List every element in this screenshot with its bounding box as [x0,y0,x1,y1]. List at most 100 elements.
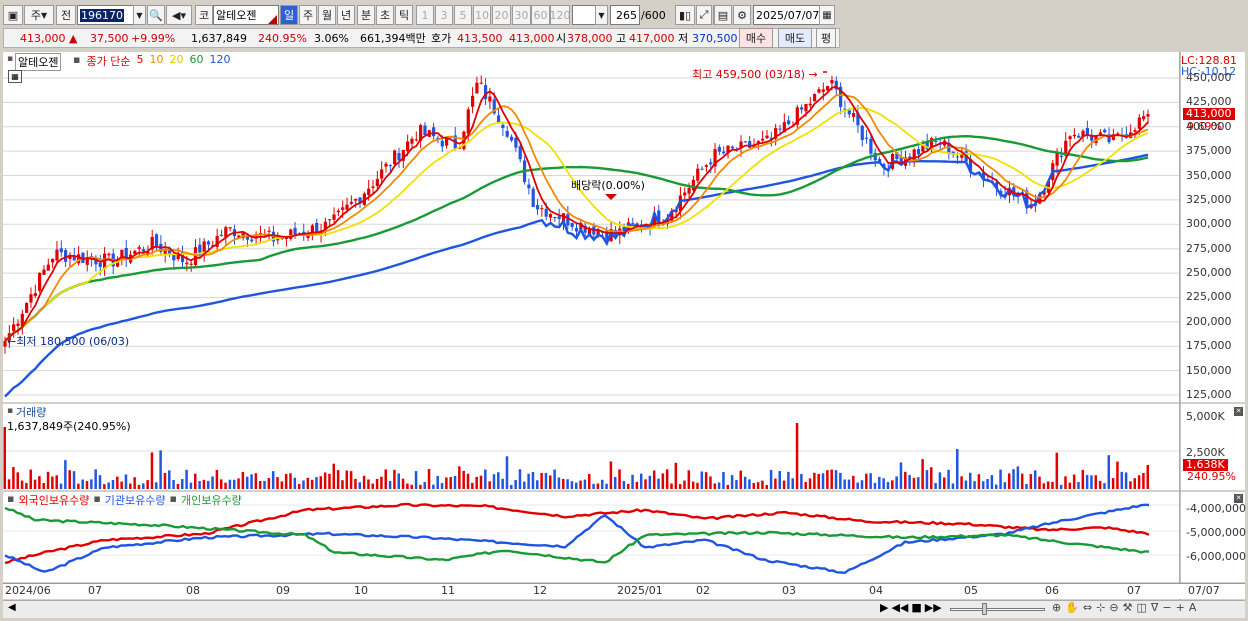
volume-bar [665,469,669,489]
zoom-out-icon[interactable]: ⊖ [1109,601,1118,614]
candle-body [557,216,561,219]
volume-bar [232,479,236,489]
candle-body [787,120,791,125]
volume-bar [891,480,894,489]
volume-bar [189,482,193,489]
volume-bar [462,470,465,489]
candle-body [687,187,691,194]
price-tick: 275,000 [1186,241,1232,255]
candle-body [1137,117,1141,129]
volume-bar [449,477,452,489]
price-chart[interactable] [0,0,1248,621]
candle-body [813,93,817,102]
volume-bar [834,470,838,489]
institution-series-label: 기관보유수량 [104,494,166,507]
volume-bar [241,471,245,489]
volume-bar [501,478,504,489]
play-icon[interactable]: ▶ [880,601,888,614]
volume-bar [1129,481,1132,489]
volume-bar [765,484,768,489]
individual-series-label: 개인보유수량 [180,494,242,507]
volume-bar [12,466,15,489]
volume-bar [414,471,418,489]
price-tick: 150,000 [1186,363,1232,377]
candle-body [250,239,254,242]
volume-bar [722,471,725,489]
tool-icon[interactable]: ⚒ [1123,601,1133,614]
volume-bar [925,470,929,489]
volume-bar [531,471,535,489]
volume-bar [163,472,167,489]
x-tick: 2025/01 [617,584,663,597]
candle-body [1142,116,1146,120]
volume-bar [1055,452,1059,489]
volume-bar [7,479,11,489]
volume-bar [739,470,743,489]
scroll-left-icon[interactable]: ◀ [8,602,16,613]
volume-bar [185,469,188,489]
minimize-icon[interactable]: ᐁ [1151,601,1159,614]
ma-10-label: 10 [149,53,164,66]
volume-bar [77,483,80,489]
volume-bar [440,483,444,489]
rewind-icon[interactable]: ◀◀ [891,601,908,614]
candle-body [466,109,470,134]
fit-icon[interactable]: ⇔ [1083,601,1092,614]
volume-bar [1090,475,1093,489]
volume-bar [843,479,846,489]
volume-bar [1007,473,1011,489]
candle-body [189,263,193,265]
x-axis-right-label: 07/07 [1188,584,1220,597]
candle-body [384,163,388,167]
volume-bar [341,480,344,489]
candle-body [1055,152,1059,166]
volume-bar [1120,471,1124,489]
candle-body [55,249,59,261]
volume-bar [51,476,54,489]
candle-body [700,168,704,170]
volume-bar [1146,465,1149,489]
plus-icon[interactable]: + [1176,601,1185,614]
volume-tick: 2,500K [1186,446,1225,459]
volume-bar [271,471,275,489]
volume-bar [198,481,201,489]
candle-body [817,89,821,93]
grid-icon[interactable]: ▦ [8,70,22,83]
volume-bar [1124,472,1128,489]
zoom-slider-thumb[interactable] [982,603,987,615]
crosshair-icon[interactable]: ⊹ [1096,601,1105,614]
volume-bar [999,469,1002,489]
forward-icon[interactable]: ▶▶ [925,601,942,614]
minus-icon[interactable]: − [1162,601,1171,614]
camera-icon[interactable]: ◫ [1136,601,1146,614]
volume-bar [596,483,600,489]
candle-body [393,150,397,165]
candle-body [51,258,55,263]
volume-bar [977,474,981,489]
candle-body [864,137,869,139]
volume-bar [116,476,119,489]
volume-bar [1038,476,1041,489]
volume-bar [990,475,994,489]
close-icon[interactable]: ✕ [1234,407,1243,416]
font-size-icon[interactable]: A [1189,601,1197,614]
stop-icon[interactable]: ■ [911,601,921,614]
zoom-slider[interactable] [950,608,1045,611]
zoom-in-icon[interactable]: ⊕ [1052,601,1061,614]
volume-bar [1098,480,1102,489]
volume-bar [129,483,132,489]
volume-bar [133,477,136,489]
volume-bar [25,482,28,489]
volume-bar [622,481,626,489]
volume-bar [1068,482,1072,489]
volume-bar [947,469,950,489]
volume-bar [752,483,756,489]
volume-bar [371,483,375,489]
volume-bar [735,480,738,489]
x-tick: 10 [354,584,368,597]
volume-bar [458,466,461,489]
volume-bar [670,483,673,489]
candle-body [341,207,345,210]
hand-icon[interactable]: ✋ [1065,601,1079,614]
volume-bar [674,462,678,489]
